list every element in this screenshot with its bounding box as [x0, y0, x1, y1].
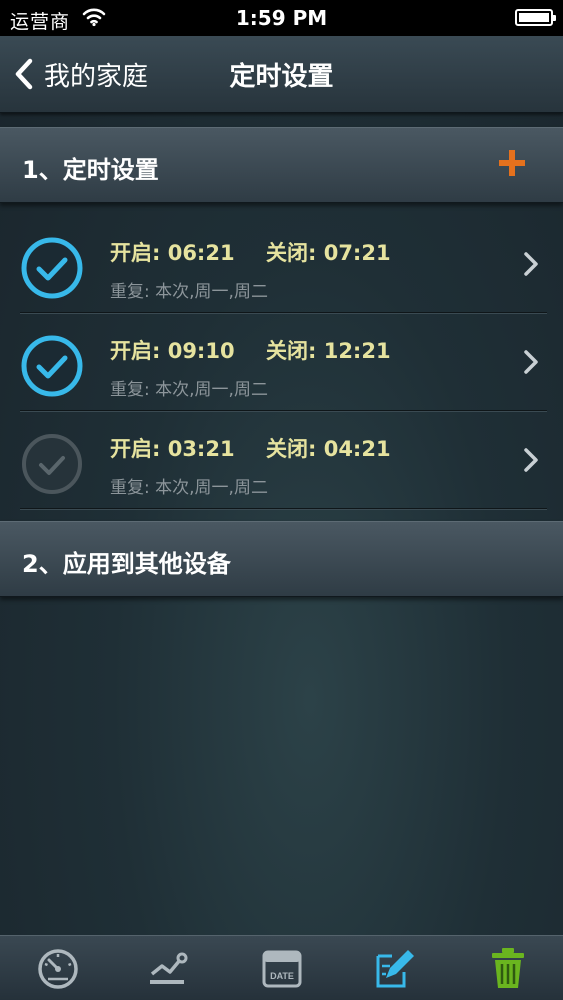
edit-note-icon[interactable]	[370, 944, 418, 992]
timer-repeat: 重复: 本次,周一,周二	[110, 380, 268, 400]
add-timer-button[interactable]	[497, 148, 527, 178]
chevron-right-icon	[523, 349, 539, 375]
timer-off-time: 关闭: 04:21	[266, 437, 391, 461]
trash-icon[interactable]	[484, 944, 532, 992]
timer-on-time: 开启: 03:21	[110, 437, 235, 461]
timer-off-time: 关闭: 12:21	[266, 339, 391, 363]
check-circle-icon[interactable]	[20, 334, 84, 398]
chevron-right-icon	[523, 447, 539, 473]
calendar-date-icon[interactable]: DATE	[258, 944, 306, 992]
timer-row[interactable]: 开启: 06:21 关闭: 07:21 重复: 本次,周一,周二	[0, 215, 563, 313]
calendar-label: DATE	[270, 971, 294, 981]
page-title: 定时设置	[229, 62, 334, 92]
navigation-bar: 我的家庭 定时设置	[0, 36, 563, 113]
gauge-icon[interactable]	[34, 944, 82, 992]
timer-row[interactable]: 开启: 09:10 关闭: 12:21 重复: 本次,周一,周二	[0, 313, 563, 411]
section-header-timers: 1、定时设置	[0, 127, 563, 203]
check-circle-icon[interactable]	[20, 432, 84, 496]
status-bar: 运营商 1:59 PM	[0, 0, 563, 36]
chevron-right-icon	[523, 251, 539, 277]
section-title: 1、定时设置	[22, 156, 159, 184]
check-circle-icon[interactable]	[20, 236, 84, 300]
clock-label: 1:59 PM	[235, 6, 328, 30]
timer-repeat: 重复: 本次,周一,周二	[110, 282, 268, 302]
battery-icon	[515, 9, 556, 26]
timer-row[interactable]: 开启: 03:21 关闭: 04:21 重复: 本次,周一,周二	[0, 411, 563, 509]
row-divider	[20, 508, 547, 509]
plus-icon	[499, 150, 525, 176]
timer-off-time: 关闭: 07:21	[266, 241, 391, 265]
section-header-apply-devices[interactable]: 2、应用到其他设备	[0, 521, 563, 597]
tab-bar: DATE	[0, 935, 563, 1000]
chart-icon[interactable]	[144, 944, 192, 992]
timer-on-time: 开启: 06:21	[110, 241, 235, 265]
timer-repeat: 重复: 本次,周一,周二	[110, 478, 268, 498]
timer-on-time: 开启: 09:10	[110, 339, 235, 363]
section-title: 2、应用到其他设备	[22, 550, 231, 578]
